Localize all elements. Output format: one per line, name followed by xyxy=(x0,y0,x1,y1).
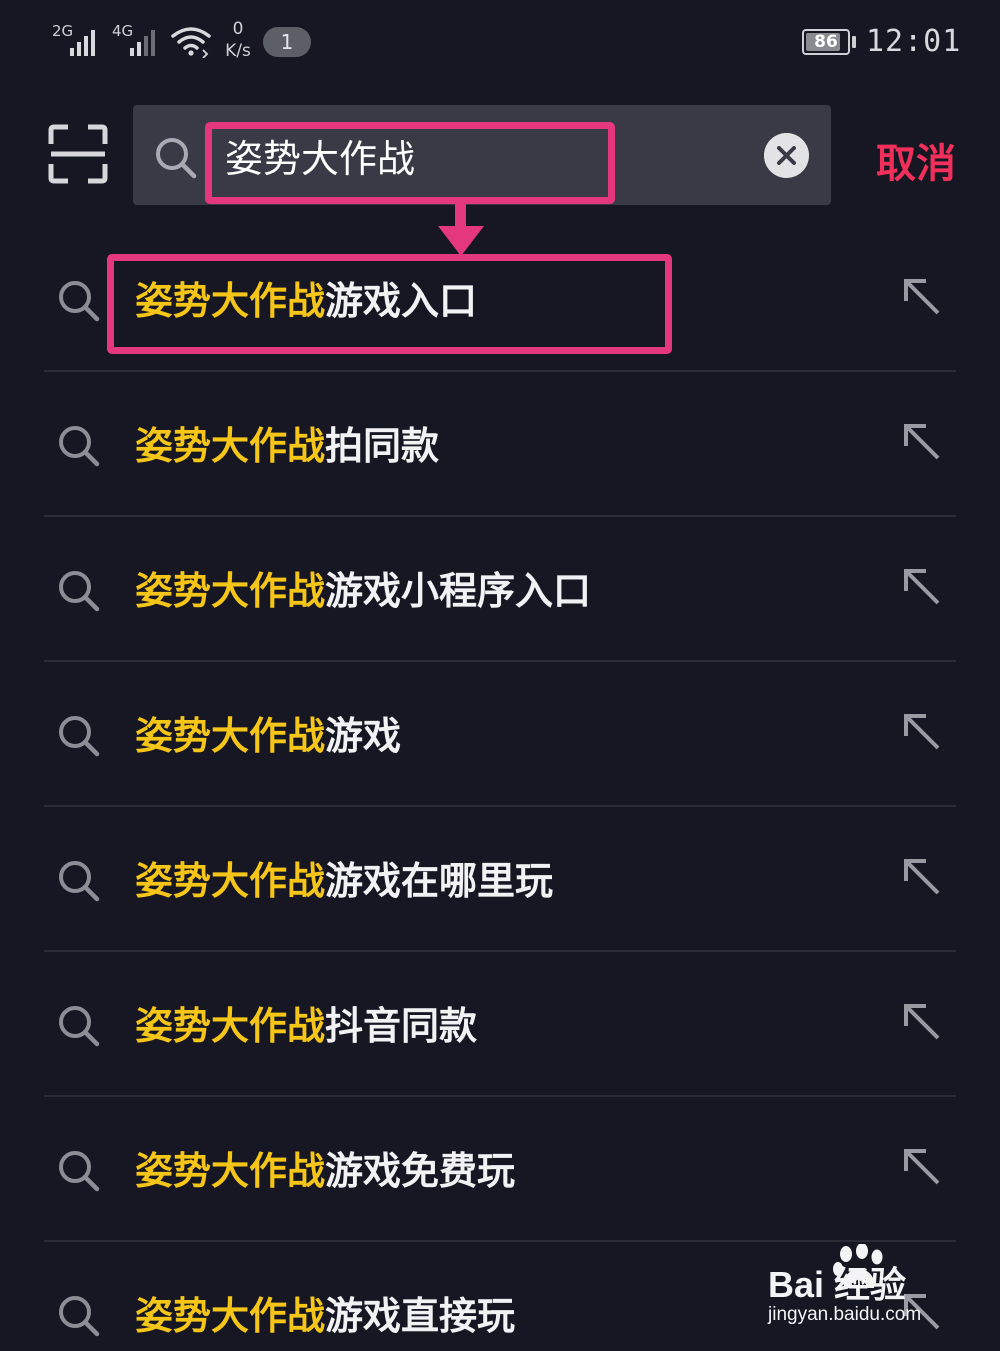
suggestion-text: 姿势大作战游戏直接玩 xyxy=(135,1288,515,1344)
search-box[interactable] xyxy=(133,105,831,205)
suggestion-match: 姿势大作战 xyxy=(135,279,326,323)
status-bar: 2G 4G 0 K/s 1 86 12:01 xyxy=(0,0,1000,85)
search-icon xyxy=(59,571,100,612)
arrow-up-left-icon[interactable] xyxy=(900,565,944,609)
suggestion-item[interactable]: 姿势大作战游戏入口 xyxy=(0,227,1000,372)
arrow-up-left-icon[interactable] xyxy=(900,420,944,464)
suggestion-item[interactable]: 姿势大作战游戏直接玩 xyxy=(0,1242,1000,1351)
suggestion-match: 姿势大作战 xyxy=(135,424,326,468)
search-input[interactable] xyxy=(225,125,605,185)
arrow-up-left-icon[interactable] xyxy=(900,1145,944,1189)
suggestion-rest: 游戏入口 xyxy=(325,279,478,323)
suggestion-text: 姿势大作战游戏小程序入口 xyxy=(135,563,591,619)
arrow-up-left-icon[interactable] xyxy=(900,275,944,319)
battery-icon: 86 xyxy=(802,29,850,55)
notification-badge: 1 xyxy=(263,27,311,57)
battery-level: 86 xyxy=(814,32,838,52)
suggestion-rest: 拍同款 xyxy=(325,424,440,468)
suggestion-item[interactable]: 姿势大作战抖音同款 xyxy=(0,952,1000,1097)
network-speed: 0 K/s xyxy=(218,18,258,62)
suggestion-text: 姿势大作战游戏入口 xyxy=(135,273,477,329)
suggestion-text: 姿势大作战游戏在哪里玩 xyxy=(135,853,553,909)
suggestion-item[interactable]: 姿势大作战拍同款 xyxy=(0,372,1000,517)
scan-icon[interactable] xyxy=(48,124,108,184)
search-icon xyxy=(156,138,197,179)
suggestion-match: 姿势大作战 xyxy=(135,1004,326,1048)
suggestion-item[interactable]: 姿势大作战游戏 xyxy=(0,662,1000,807)
search-icon xyxy=(59,1296,100,1337)
network-speed-unit: K/s xyxy=(225,41,251,61)
search-icon xyxy=(59,1006,100,1047)
clear-icon[interactable] xyxy=(764,133,809,178)
arrow-up-left-icon[interactable] xyxy=(900,1000,944,1044)
suggestion-item[interactable]: 姿势大作战游戏小程序入口 xyxy=(0,517,1000,662)
search-icon xyxy=(59,1151,100,1192)
suggestion-rest: 游戏 xyxy=(325,714,402,758)
suggestion-match: 姿势大作战 xyxy=(135,714,326,758)
network-speed-value: 0 xyxy=(232,19,244,39)
suggestion-text: 姿势大作战拍同款 xyxy=(135,418,439,474)
annotation-arrow-down-icon xyxy=(438,200,484,256)
search-icon xyxy=(59,716,100,757)
suggestion-rest: 游戏在哪里玩 xyxy=(325,859,554,903)
suggestion-text: 姿势大作战游戏免费玩 xyxy=(135,1143,515,1199)
suggestion-rest: 游戏小程序入口 xyxy=(325,569,592,613)
suggestion-item[interactable]: 姿势大作战游戏免费玩 xyxy=(0,1097,1000,1242)
arrow-up-left-icon[interactable] xyxy=(900,710,944,754)
search-icon xyxy=(59,281,100,322)
suggestion-match: 姿势大作战 xyxy=(135,1149,326,1193)
clock: 12:01 xyxy=(866,24,962,59)
search-icon xyxy=(59,426,100,467)
cancel-button[interactable]: 取消 xyxy=(876,131,956,189)
suggestion-text: 姿势大作战游戏 xyxy=(135,708,401,764)
suggestion-match: 姿势大作战 xyxy=(135,859,326,903)
arrow-up-left-icon[interactable] xyxy=(900,855,944,899)
suggestion-match: 姿势大作战 xyxy=(135,569,326,613)
suggestion-text: 姿势大作战抖音同款 xyxy=(135,998,477,1054)
signal-icon-sim2 xyxy=(130,26,164,56)
search-icon xyxy=(59,861,100,902)
battery-tip xyxy=(852,36,856,48)
suggestion-rest: 抖音同款 xyxy=(325,1004,478,1048)
suggestion-rest: 游戏直接玩 xyxy=(325,1294,516,1338)
wifi-icon xyxy=(171,27,211,58)
suggestion-rest: 游戏免费玩 xyxy=(325,1149,516,1193)
signal-icon-sim1 xyxy=(70,26,104,56)
suggestion-item[interactable]: 姿势大作战游戏在哪里玩 xyxy=(0,807,1000,952)
suggestion-match: 姿势大作战 xyxy=(135,1294,326,1338)
arrow-up-left-icon[interactable] xyxy=(900,1290,944,1334)
